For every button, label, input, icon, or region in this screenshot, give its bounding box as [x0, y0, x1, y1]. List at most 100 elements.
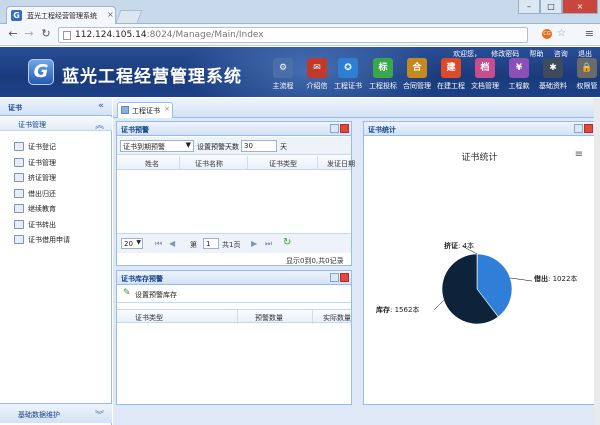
- maximize-icon[interactable]: □: [540, 0, 562, 14]
- panel-close-icon[interactable]: [340, 273, 349, 282]
- nav-item-1[interactable]: ✉ 介绍信: [300, 58, 334, 91]
- panel-minimize-icon[interactable]: [574, 124, 583, 133]
- sidebar-item-label: 证书登记: [28, 143, 56, 151]
- chevron-up-icon[interactable]: ︽: [95, 118, 104, 131]
- nav-item-label: 合同管理: [403, 82, 431, 90]
- nav-item-8[interactable]: ✱ 基础资料: [536, 58, 570, 91]
- days-label: 设置预警天数: [197, 143, 239, 151]
- browser-tab-bar: G 蓝光工程经营管理系统 × – □ ×: [0, 0, 600, 24]
- days-unit: 天: [280, 143, 287, 151]
- sidebar-footer[interactable]: 基础数据维护 ︾: [0, 403, 112, 423]
- pie-label-2: 库存: 1562本: [376, 305, 419, 314]
- col-actual-qty[interactable]: 实际数量: [323, 313, 351, 323]
- col-name[interactable]: 姓名: [145, 159, 159, 169]
- tab-certificates[interactable]: 工程证书 ×: [117, 102, 173, 118]
- back-icon[interactable]: ←: [6, 27, 20, 41]
- stats-panel: 证书统计 证书统计 ≡ 挤证: 4本 借出: 1022本 库存: 1562本: [363, 121, 596, 405]
- sidebar-item-2[interactable]: 挤证管理: [14, 173, 110, 187]
- page-input[interactable]: 1: [203, 238, 219, 249]
- nav-item-label: 权限管: [576, 82, 598, 90]
- warning-days-input[interactable]: 30: [241, 140, 277, 152]
- sidebar-item-label: 证书管理: [28, 158, 56, 167]
- refresh-icon[interactable]: ↻: [283, 237, 291, 248]
- warning-panel-header: 证书预警: [117, 122, 351, 136]
- pie-label-0: 挤证: 4本: [444, 241, 474, 250]
- transfer-icon: [14, 219, 24, 229]
- nav-item-label: 工程款: [508, 82, 530, 90]
- tab-close-icon[interactable]: ×: [107, 10, 114, 19]
- nav-item-3[interactable]: 标工程投标: [366, 58, 400, 91]
- page-size-select[interactable]: 20 ▼: [121, 238, 143, 249]
- window-controls: – □ ×: [518, 0, 598, 14]
- apply-icon: [14, 235, 24, 244]
- nav-item-9[interactable]: 🔒 权限管: [570, 58, 600, 91]
- nav-item-label: 工程证书: [334, 82, 362, 90]
- next-page-icon[interactable]: ▶: [251, 239, 257, 248]
- col-issue-date[interactable]: 发证日期: [327, 159, 355, 169]
- pie-chart: 挤证: 4本借出: 1022本库存: 1562本: [376, 241, 577, 325]
- address-bar[interactable]: 112.124.105.14:8024/Manage/Main/Index: [58, 27, 528, 43]
- exchange-icon: [14, 188, 24, 198]
- forward-icon[interactable]: →: [22, 27, 36, 41]
- warning-panel-title: 证书预警: [121, 126, 149, 134]
- pager: 20 ▼ ⏮ ◀ 第 1 共1页 ▶ ⏭ ↻: [117, 233, 351, 253]
- nav-item-2[interactable]: ✪ 工程证书: [331, 58, 365, 91]
- help-link[interactable]: 帮助: [530, 50, 544, 58]
- close-window-icon[interactable]: ×: [562, 0, 598, 14]
- lock-icon: 🔒: [577, 58, 597, 78]
- panel-minimize-icon[interactable]: [330, 273, 339, 282]
- sidebar-item-4[interactable]: 继续教育: [14, 204, 110, 218]
- chevron-down-icon[interactable]: ︾: [95, 408, 104, 421]
- reload-icon[interactable]: ↻: [39, 27, 53, 41]
- prev-page-icon[interactable]: ◀: [169, 239, 175, 248]
- panel-minimize-icon[interactable]: [330, 124, 339, 133]
- new-tab-button[interactable]: [115, 10, 143, 23]
- col-cert-name[interactable]: 证书名称: [195, 159, 223, 169]
- sidebar-title: 证书: [8, 104, 22, 112]
- url-host: 112.124.105.14: [75, 30, 147, 40]
- sidebar-section[interactable]: 证书管理 ︽: [0, 117, 112, 131]
- sidebar-item-label: 证书转出: [28, 220, 56, 229]
- sidebar-item-5[interactable]: 证书转出: [14, 219, 110, 234]
- panel-close-icon[interactable]: [340, 124, 349, 133]
- stock-panel: 证书库存预警 ✎ 设置预警库存 证书类型 预警数量 实际数量: [116, 270, 352, 405]
- nav-item-0[interactable]: ⚙ 主流程: [266, 58, 300, 91]
- collapse-left-icon[interactable]: «: [98, 101, 104, 111]
- page-scrollbar[interactable]: [594, 98, 600, 425]
- favicon-icon: G: [11, 10, 22, 21]
- sidebar-item-0[interactable]: 证书登记: [14, 142, 110, 156]
- logout-link[interactable]: 退出: [578, 50, 592, 58]
- education-icon: [14, 204, 24, 213]
- warning-type-select[interactable]: 证书到期预警 ▼: [120, 140, 194, 152]
- certificate-icon: ✪: [338, 58, 358, 78]
- sidebar-item-1[interactable]: 证书管理: [14, 157, 110, 172]
- system-title: 蓝光工程经营管理系统: [62, 67, 242, 87]
- col-cert-type[interactable]: 证书类型: [135, 313, 163, 323]
- bookmark-star-icon[interactable]: ☆: [557, 28, 566, 39]
- nav-item-label: 主流程: [272, 82, 294, 90]
- tab-close-icon[interactable]: ×: [164, 105, 170, 113]
- nav-item-label: 文档管理: [471, 82, 499, 90]
- change-password-link[interactable]: 修改密码: [491, 50, 519, 58]
- set-stock-button[interactable]: ✎ 设置预警库存: [117, 286, 351, 303]
- last-page-icon[interactable]: ⏭: [265, 239, 272, 249]
- consult-link[interactable]: 咨询: [554, 50, 568, 58]
- sidebar-item-3[interactable]: 借出归还: [14, 188, 110, 203]
- col-cert-type[interactable]: 证书类型: [269, 159, 297, 169]
- contract-icon: 合: [407, 58, 427, 78]
- first-page-icon[interactable]: ⏮: [155, 239, 162, 249]
- nav-item-7[interactable]: ¥ 工程款: [502, 58, 536, 91]
- main-tabs: 工程证书 ×: [113, 98, 600, 118]
- minimize-icon[interactable]: –: [518, 0, 540, 14]
- col-warn-qty[interactable]: 预警数量: [255, 313, 283, 323]
- sidebar-item-6[interactable]: 证书借用申请: [14, 235, 110, 249]
- panel-close-icon[interactable]: [584, 124, 593, 133]
- stock-panel-title: 证书库存预警: [121, 275, 163, 283]
- nav-item-5[interactable]: 建在建工程: [434, 58, 468, 91]
- nav-item-4[interactable]: 合合同管理: [400, 58, 434, 91]
- browser-menu-icon[interactable]: ≡: [585, 27, 594, 40]
- browser-tab[interactable]: G 蓝光工程经营管理系统 ×: [6, 6, 116, 24]
- extension-icon[interactable]: CG: [542, 29, 552, 39]
- nav-item-6[interactable]: 档文档管理: [468, 58, 502, 91]
- tab-label: 工程证书: [132, 107, 160, 115]
